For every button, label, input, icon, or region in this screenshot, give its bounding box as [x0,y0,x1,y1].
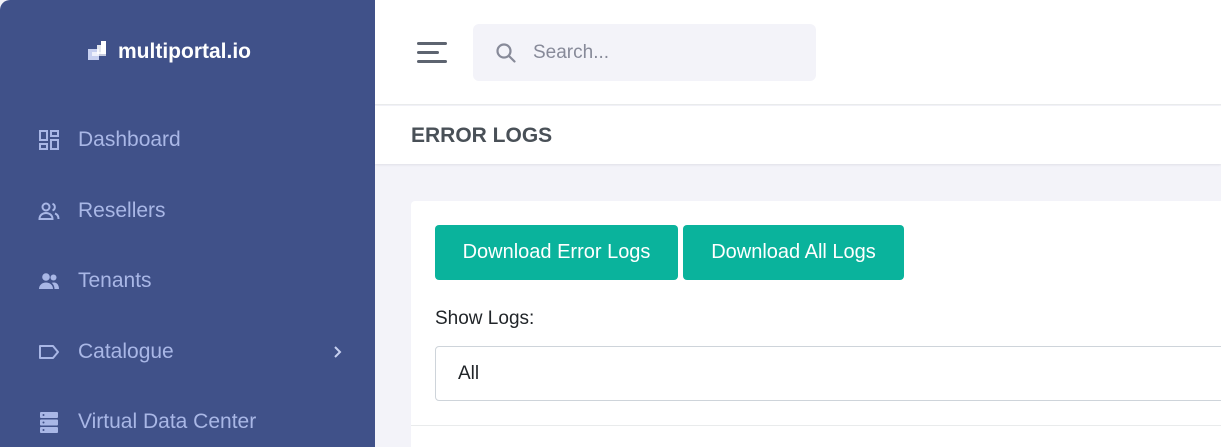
sidebar-item-catalogue[interactable]: Catalogue [0,317,375,388]
sidebar-item-resellers[interactable]: Resellers [0,176,375,247]
page-title-bar: ERROR LOGS [375,106,1221,164]
divider [411,425,1221,426]
sidebar-item-label: Catalogue [78,339,174,363]
chevron-right-icon[interactable] [329,344,345,360]
resellers-icon [36,198,62,224]
sidebar-item-dashboard[interactable]: Dashboard [0,105,375,176]
page-title: ERROR LOGS [411,124,553,147]
logo-icon [88,41,106,60]
download-error-logs-button[interactable]: Download Error Logs [435,225,678,280]
download-all-logs-button[interactable]: Download All Logs [683,225,904,280]
search-input[interactable] [533,24,803,81]
sidebar-item-virtual-data-center[interactable]: Virtual Data Center [0,387,375,447]
sidebar-item-tenants[interactable]: Tenants [0,246,375,317]
show-logs-selected-value: All [458,362,480,384]
sidebar-item-label: Virtual Data Center [78,410,257,434]
dashboard-icon [36,127,62,153]
logs-card: Download Error Logs Download All Logs Sh… [411,201,1221,447]
sidebar-nav: Dashboard Resellers Tenants Catalogue Vi… [0,105,375,447]
topbar [375,0,1221,105]
search-icon [496,43,516,63]
show-logs-select[interactable]: All [435,346,1221,401]
sidebar: multiportal.io Dashboard Resellers Tenan… [0,0,375,447]
tag-icon [36,339,62,365]
tenants-icon [36,268,62,294]
sidebar-item-label: Dashboard [78,128,181,152]
brand-name: multiportal.io [118,40,251,63]
server-icon [36,409,62,435]
sidebar-item-label: Tenants [78,269,152,293]
show-logs-label: Show Logs: [435,308,535,329]
search-box[interactable] [473,24,816,81]
sidebar-item-label: Resellers [78,198,166,222]
brand[interactable]: multiportal.io [88,38,251,66]
hamburger-menu-icon[interactable] [417,40,449,64]
